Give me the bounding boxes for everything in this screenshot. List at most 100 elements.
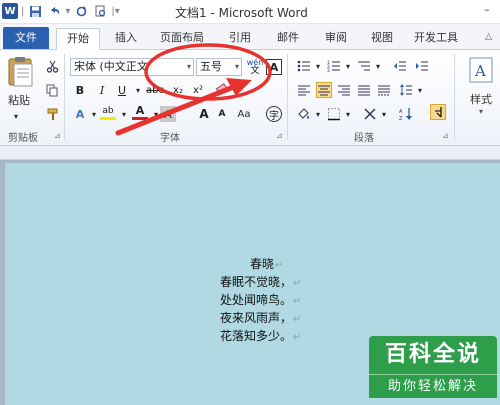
ribbon-tabs: 文件 开始 插入 页面布局 引用 邮件 审阅 视图 开发工具 △ xyxy=(0,24,500,50)
borders-dropdown-icon[interactable]: ▾ xyxy=(340,106,356,122)
ribbon-collapse-icon[interactable]: △ xyxy=(485,32,492,42)
font-name-value: 宋体 (中文正文 xyxy=(74,60,148,73)
svg-text:A: A xyxy=(399,109,403,115)
minimize-icon[interactable]: – xyxy=(480,2,494,16)
highlight-dropdown-icon[interactable]: ▾ xyxy=(116,106,132,122)
chevron-down-icon: ▾ xyxy=(234,62,239,71)
poem-line: 夜来风雨声，↵ xyxy=(220,310,320,328)
document-text[interactable]: 春晓↵ 春眠不觉晓，↵ 处处闻啼鸟。↵ 夜来风雨声，↵ 花落知多少。↵ xyxy=(220,256,320,346)
watermark-subtitle: 助你轻松解决 xyxy=(369,374,497,398)
tab-insert[interactable]: 插入 xyxy=(106,28,146,50)
tab-file[interactable]: 文件 xyxy=(3,27,49,49)
print-preview-icon[interactable] xyxy=(92,3,108,19)
ribbon-home: 粘贴 ▾ 剪贴板 ⊿ 宋体 (中文正文 ▾ 五号 ▾ wén 文 A B I U … xyxy=(0,50,500,146)
paragraph-mark-icon: ↵ xyxy=(275,260,284,271)
grow-font-button[interactable]: A xyxy=(196,106,212,122)
save-icon[interactable] xyxy=(27,3,43,19)
bold-button[interactable]: B xyxy=(72,82,88,98)
line-spacing-dropdown-icon[interactable]: ▾ xyxy=(412,82,428,98)
paragraph-group-label: 段落 xyxy=(354,133,374,144)
tab-page-layout[interactable]: 页面布局 xyxy=(152,28,212,50)
styles-button[interactable]: A 样式 ▾ xyxy=(466,56,496,126)
poem-line-text: 花落知多少。 xyxy=(220,329,293,343)
strikethrough-button[interactable]: abc xyxy=(144,82,166,98)
shading-dropdown-icon[interactable]: ▾ xyxy=(310,106,326,122)
increase-indent-icon[interactable] xyxy=(414,58,430,74)
paragraph-mark-icon: ↵ xyxy=(293,278,302,289)
multilevel-dropdown-icon[interactable]: ▾ xyxy=(370,58,386,74)
paragraph-mark-icon: ↵ xyxy=(293,314,302,325)
paste-button[interactable] xyxy=(6,56,36,90)
change-case-button[interactable]: Aa xyxy=(234,106,254,122)
group-separator xyxy=(64,54,65,140)
decrease-indent-icon[interactable] xyxy=(392,58,408,74)
poem-line: 春眠不觉晓，↵ xyxy=(220,274,320,292)
watermark-logo: 百科全说 助你轻松解决 xyxy=(369,336,497,402)
enclose-characters-button[interactable]: 字 xyxy=(266,106,282,122)
tab-view[interactable]: 视图 xyxy=(362,28,402,50)
align-right-icon[interactable] xyxy=(336,82,352,98)
align-left-icon[interactable] xyxy=(296,82,312,98)
distributed-icon[interactable] xyxy=(376,82,392,98)
character-border-button[interactable]: A xyxy=(266,59,282,75)
bullets-dropdown-icon[interactable]: ▾ xyxy=(310,58,326,74)
numbering-dropdown-icon[interactable]: ▾ xyxy=(340,58,356,74)
qat-customize-icon[interactable]: |▾ xyxy=(111,6,119,17)
clear-formatting-icon[interactable] xyxy=(214,82,230,98)
tab-references[interactable]: 引用 xyxy=(220,28,260,50)
justify-icon[interactable] xyxy=(356,82,372,98)
superscript-button[interactable]: x² xyxy=(190,82,206,98)
phonetic-guide-button[interactable]: wén 文 xyxy=(247,59,264,76)
paragraph-mark-icon: ↵ xyxy=(293,296,302,307)
cut-icon[interactable] xyxy=(44,58,60,74)
paste-label: 粘贴 xyxy=(8,94,30,107)
paragraph-dialog-launcher-icon[interactable]: ⊿ xyxy=(442,131,449,140)
format-painter-icon[interactable] xyxy=(44,106,60,122)
font-name-dropdown[interactable]: 宋体 (中文正文 ▾ xyxy=(70,58,194,76)
undo-dropdown-icon[interactable]: ▾ xyxy=(65,6,70,17)
poem-title: 春晓↵ xyxy=(220,256,320,274)
show-marks-icon[interactable] xyxy=(430,104,446,120)
tab-developer[interactable]: 开发工具 xyxy=(408,28,464,50)
highlight-button[interactable]: ab xyxy=(100,104,116,120)
font-group-label: 字体 xyxy=(160,133,180,144)
styles-dropdown-icon: ▾ xyxy=(478,107,483,116)
shrink-font-button[interactable]: A xyxy=(214,106,230,122)
font-color-button[interactable]: A xyxy=(132,104,148,120)
tab-home[interactable]: 开始 xyxy=(56,28,100,50)
svg-text:3: 3 xyxy=(327,68,330,73)
quick-access-toolbar: W | ▾ |▾ xyxy=(2,3,120,19)
poem-title-text: 春晓 xyxy=(250,257,275,271)
word-app-icon[interactable]: W xyxy=(2,3,18,19)
styles-label: 样式 xyxy=(470,93,492,106)
tab-review[interactable]: 审阅 xyxy=(316,28,356,50)
svg-text:A: A xyxy=(474,62,486,80)
group-separator xyxy=(287,54,288,140)
window-controls: – xyxy=(480,2,494,16)
clipboard-dialog-launcher-icon[interactable]: ⊿ xyxy=(54,131,61,140)
tab-mailings[interactable]: 邮件 xyxy=(268,28,308,50)
font-size-dropdown[interactable]: 五号 ▾ xyxy=(196,58,242,76)
subscript-button[interactable]: x₂ xyxy=(170,82,186,98)
chinese-layout-dropdown-icon[interactable]: ▾ xyxy=(376,106,392,122)
font-dialog-launcher-icon[interactable]: ⊿ xyxy=(276,131,283,140)
paste-dropdown-icon[interactable]: ▾ xyxy=(8,108,24,124)
paragraph-mark-icon: ↵ xyxy=(293,332,302,343)
poem-line: 处处闻啼鸟。↵ xyxy=(220,292,320,310)
font-size-value: 五号 xyxy=(200,60,222,73)
align-center-icon[interactable] xyxy=(316,82,332,98)
redo-icon[interactable] xyxy=(73,3,89,19)
undo-icon[interactable] xyxy=(46,3,62,19)
character-shading-button[interactable]: A xyxy=(160,106,176,122)
sort-icon[interactable]: AZ xyxy=(398,106,414,122)
poem-line-text: 春眠不觉晓， xyxy=(220,275,293,289)
qat-separator: | xyxy=(21,5,25,17)
copy-icon[interactable] xyxy=(44,82,60,98)
chevron-down-icon: ▾ xyxy=(186,62,191,71)
underline-button[interactable]: U xyxy=(114,82,130,98)
window-title: 文档1 - Microsoft Word xyxy=(175,6,308,20)
ruler xyxy=(0,146,500,160)
poem-line-text: 夜来风雨声， xyxy=(220,311,293,325)
svg-text:Z: Z xyxy=(399,116,403,121)
italic-button[interactable]: I xyxy=(94,82,110,98)
